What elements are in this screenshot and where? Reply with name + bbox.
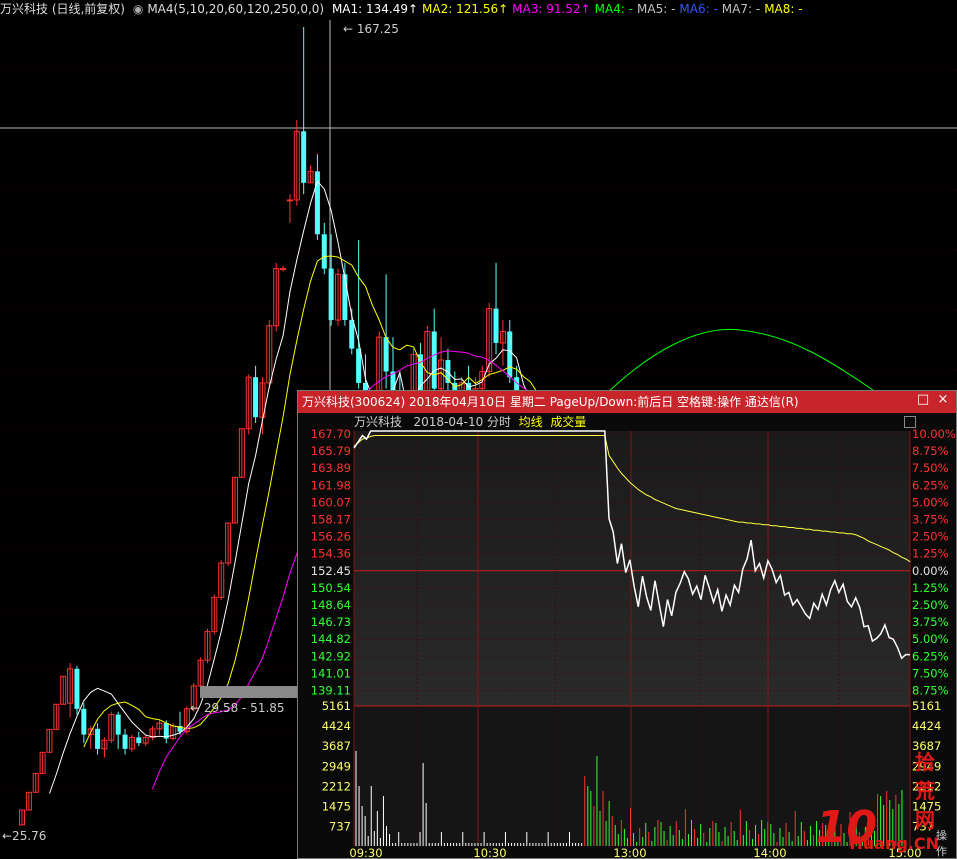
time-axis-label: 13:00 <box>613 846 646 858</box>
ma-value-6: MA6: - <box>679 2 718 16</box>
pct-axis-label: 2.50% <box>912 598 949 612</box>
price-axis-label: 141.01 <box>311 666 351 680</box>
pct-axis-label: 7.50% <box>912 666 949 680</box>
pct-axis-label: 5.00% <box>912 632 949 646</box>
volume-axis-label-right: 5161 <box>912 699 941 713</box>
volume-axis-label: 3687 <box>322 739 351 753</box>
pct-axis-label: 8.75% <box>912 684 949 698</box>
volume-axis-label: 5161 <box>322 699 351 713</box>
pct-axis-label: 3.75% <box>912 615 949 629</box>
candle-body-up <box>280 268 287 271</box>
price-axis-label: 154.36 <box>311 547 351 561</box>
candle-body-down <box>74 668 80 709</box>
stock-name-label: 万兴科技 (日线,前复权) <box>0 2 125 16</box>
ma-value-7: MA7: - <box>721 2 761 16</box>
volume-axis-label: 737 <box>329 820 351 834</box>
volume-axis-label: 2212 <box>322 779 351 793</box>
candle-body-up <box>286 199 293 202</box>
pct-axis-label: 6.25% <box>912 478 949 492</box>
pct-axis-label: 1.25% <box>912 581 949 595</box>
ma-params-label: MA4(5,10,20,60,120,250,0,0) <box>147 2 325 16</box>
time-axis-label: 10:30 <box>473 846 506 858</box>
high-price-label: ← 167.25 <box>343 22 399 36</box>
price-axis-label: 156.26 <box>311 530 351 544</box>
intraday-popup-window[interactable]: 万兴科技(300624) 2018年04月10日 星期二 PageUp/Down… <box>297 390 957 859</box>
watermark-op: 操作 <box>936 829 947 858</box>
pct-axis-label: 3.75% <box>912 513 949 527</box>
watermark-text: 拾荒网 <box>915 750 935 832</box>
candle-body-down <box>81 708 87 735</box>
candle-body-down <box>95 728 101 749</box>
time-axis-label: 09:30 <box>349 846 382 858</box>
candle-body-down <box>253 377 259 418</box>
candle-body-down <box>115 714 121 735</box>
candle-body-down <box>349 320 355 349</box>
candle-body-down <box>493 308 499 343</box>
price-axis-label: 152.45 <box>311 564 351 578</box>
candle-body-down <box>321 234 327 269</box>
pct-axis-label: 2.50% <box>912 530 949 544</box>
watermark-url: Huang.CN <box>849 834 939 853</box>
candle-body-down <box>301 131 307 183</box>
pct-axis-label: 1.25% <box>912 547 949 561</box>
pct-axis-label: 7.50% <box>912 461 949 475</box>
pct-axis-label: 0.00% <box>912 564 949 578</box>
gap-range-label: ← 29.58 - 51.85 <box>190 701 285 715</box>
price-axis-label: 165.79 <box>311 444 351 458</box>
candle-body-down <box>342 274 348 321</box>
volume-axis-label: 4424 <box>322 719 351 733</box>
pct-axis-label: 5.00% <box>912 495 949 509</box>
intraday-chart[interactable]: 167.70 165.79 163.89 161.98 160.07 158.17 156.… <box>298 391 956 858</box>
low-price-label: ←25.76 <box>2 829 46 843</box>
gap-band <box>200 686 297 698</box>
price-axis-label: 160.07 <box>311 495 351 509</box>
candle-body-down <box>431 331 437 389</box>
price-axis-label: 161.98 <box>311 478 351 492</box>
candle-body-down <box>328 268 334 321</box>
price-axis-label: 150.54 <box>311 581 351 595</box>
candle-body-down <box>122 734 128 749</box>
ma-indicator-bar: 万兴科技 (日线,前复权) ◉ MA4(5,10,20,60,120,250,0,… <box>0 0 811 18</box>
price-axis-label: 144.82 <box>311 632 351 646</box>
candle-body-down <box>356 348 362 383</box>
ma-value-8: MA8: - <box>764 2 803 16</box>
pct-axis-label: 10.00% <box>912 427 956 441</box>
candle-body-down <box>383 337 389 372</box>
volume-axis-label: 2949 <box>322 759 351 773</box>
ma-value-1: MA1: 134.49↑ <box>331 2 419 16</box>
ma-value-4: MA4: - <box>594 2 634 16</box>
volume-axis-label-right: 4424 <box>912 719 941 733</box>
price-axis-label: 146.73 <box>311 615 351 629</box>
ma-value-3: MA3: 91.52↑ <box>512 2 591 16</box>
time-axis-label: 14:00 <box>753 846 786 858</box>
price-axis-label: 163.89 <box>311 461 351 475</box>
candle-body-down <box>507 331 513 378</box>
price-axis-label: 148.64 <box>311 598 351 612</box>
price-axis-label: 139.11 <box>311 684 351 698</box>
pct-axis-label: 6.25% <box>912 649 949 663</box>
price-axis-label: 167.70 <box>311 427 351 441</box>
candle-body-down <box>136 737 142 744</box>
settings-icon[interactable]: ◉ <box>133 2 143 16</box>
price-axis-label: 142.92 <box>311 649 351 663</box>
ma-value-5: MA5: - <box>637 2 676 16</box>
price-axis-label: 158.17 <box>311 513 351 527</box>
pct-axis-label: 8.75% <box>912 444 949 458</box>
ma-value-2: MA2: 121.56↑ <box>422 2 509 16</box>
volume-axis-label: 1475 <box>322 800 351 814</box>
